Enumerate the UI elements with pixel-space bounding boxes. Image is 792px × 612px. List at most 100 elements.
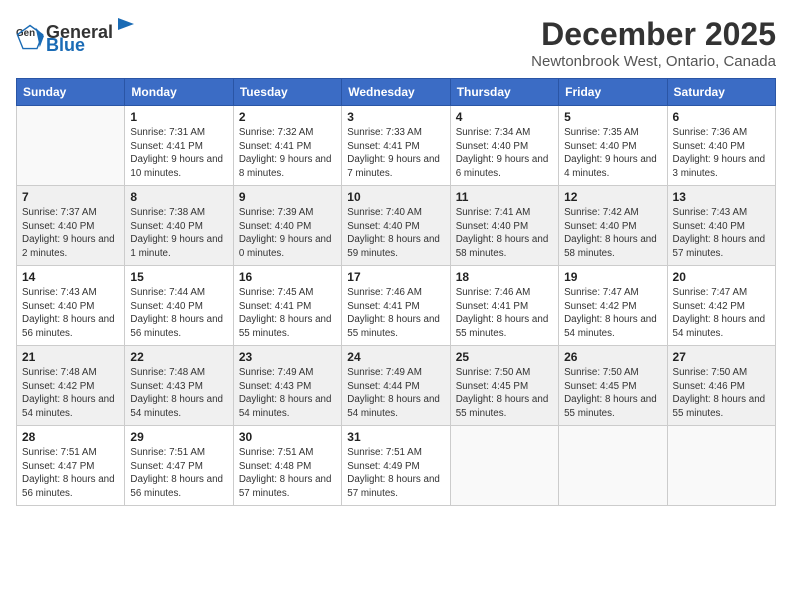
day-number: 15 [130,270,227,284]
calendar-cell: 2 Sunrise: 7:32 AMSunset: 4:41 PMDaylight… [233,106,341,186]
day-number: 25 [456,350,553,364]
day-info: Sunrise: 7:45 AMSunset: 4:41 PMDaylight:… [239,286,336,341]
calendar-cell: 22 Sunrise: 7:48 AMSunset: 4:43 PMDayligh… [125,346,233,426]
day-number: 20 [673,270,770,284]
day-info: Sunrise: 7:51 AMSunset: 4:47 PMDaylight:… [130,446,227,501]
calendar-cell: 15 Sunrise: 7:44 AMSunset: 4:40 PMDayligh… [125,266,233,346]
location-title: Newtonbrook West, Ontario, Canada [531,53,776,70]
day-info: Sunrise: 7:42 AMSunset: 4:40 PMDaylight:… [564,206,661,261]
calendar-week-row: 7Sunrise: 7:37 AMSunset: 4:40 PMDaylight… [17,186,776,266]
day-info: Sunrise: 7:32 AMSunset: 4:41 PMDaylight:… [239,126,336,181]
calendar-week-row: 1 Sunrise: 7:31 AMSunset: 4:41 PMDaylight… [17,106,776,186]
day-info: Sunrise: 7:31 AMSunset: 4:41 PMDaylight:… [130,126,227,181]
day-info: Sunrise: 7:41 AMSunset: 4:40 PMDaylight:… [456,206,553,261]
calendar-cell: 16 Sunrise: 7:45 AMSunset: 4:41 PMDayligh… [233,266,341,346]
calendar-week-row: 28Sunrise: 7:51 AMSunset: 4:47 PMDayligh… [17,426,776,506]
day-number: 5 [564,110,661,124]
calendar-cell [667,426,775,506]
calendar-body: 1 Sunrise: 7:31 AMSunset: 4:41 PMDaylight… [17,106,776,506]
calendar-cell: 8Sunrise: 7:38 AMSunset: 4:40 PMDaylight… [125,186,233,266]
day-info: Sunrise: 7:47 AMSunset: 4:42 PMDaylight:… [673,286,770,341]
calendar-cell: 19Sunrise: 7:47 AMSunset: 4:42 PMDayligh… [559,266,667,346]
day-info: Sunrise: 7:48 AMSunset: 4:43 PMDaylight:… [130,366,227,421]
day-info: Sunrise: 7:44 AMSunset: 4:40 PMDaylight:… [130,286,227,341]
calendar-cell: 30 Sunrise: 7:51 AMSunset: 4:48 PMDayligh… [233,426,341,506]
calendar-cell: 3Sunrise: 7:33 AMSunset: 4:41 PMDaylight… [342,106,450,186]
day-number: 6 [673,110,770,124]
day-info: Sunrise: 7:50 AMSunset: 4:45 PMDaylight:… [564,366,661,421]
day-number: 18 [456,270,553,284]
calendar-cell: 4Sunrise: 7:34 AMSunset: 4:40 PMDaylight… [450,106,558,186]
calendar-cell: 9Sunrise: 7:39 AMSunset: 4:40 PMDaylight… [233,186,341,266]
calendar-cell: 27 Sunrise: 7:50 AMSunset: 4:46 PMDayligh… [667,346,775,426]
day-number: 13 [673,190,770,204]
logo-icon: Gen [16,22,44,50]
weekday-header-friday: Friday [559,79,667,106]
day-number: 19 [564,270,661,284]
calendar-cell: 29Sunrise: 7:51 AMSunset: 4:47 PMDayligh… [125,426,233,506]
month-title: December 2025 [531,16,776,53]
day-info: Sunrise: 7:51 AMSunset: 4:49 PMDaylight:… [347,446,444,501]
day-info: Sunrise: 7:49 AMSunset: 4:43 PMDaylight:… [239,366,336,421]
day-info: Sunrise: 7:49 AMSunset: 4:44 PMDaylight:… [347,366,444,421]
calendar-cell: 26Sunrise: 7:50 AMSunset: 4:45 PMDayligh… [559,346,667,426]
day-number: 23 [239,350,336,364]
day-number: 2 [239,110,336,124]
calendar-cell: 12Sunrise: 7:42 AMSunset: 4:40 PMDayligh… [559,186,667,266]
day-number: 17 [347,270,444,284]
calendar-cell: 6 Sunrise: 7:36 AMSunset: 4:40 PMDaylight… [667,106,775,186]
calendar-cell: 10 Sunrise: 7:40 AMSunset: 4:40 PMDayligh… [342,186,450,266]
day-number: 8 [130,190,227,204]
calendar-cell: 28Sunrise: 7:51 AMSunset: 4:47 PMDayligh… [17,426,125,506]
weekday-header-saturday: Saturday [667,79,775,106]
day-info: Sunrise: 7:40 AMSunset: 4:40 PMDaylight:… [347,206,444,261]
day-number: 7 [22,190,119,204]
day-number: 30 [239,430,336,444]
calendar-cell: 11 Sunrise: 7:41 AMSunset: 4:40 PMDayligh… [450,186,558,266]
day-info: Sunrise: 7:50 AMSunset: 4:45 PMDaylight:… [456,366,553,421]
weekday-header-thursday: Thursday [450,79,558,106]
day-number: 16 [239,270,336,284]
day-info: Sunrise: 7:39 AMSunset: 4:40 PMDaylight:… [239,206,336,261]
day-number: 22 [130,350,227,364]
day-info: Sunrise: 7:51 AMSunset: 4:47 PMDaylight:… [22,446,119,501]
day-info: Sunrise: 7:51 AMSunset: 4:48 PMDaylight:… [239,446,336,501]
calendar-cell [559,426,667,506]
calendar-cell [450,426,558,506]
calendar-cell: 20 Sunrise: 7:47 AMSunset: 4:42 PMDayligh… [667,266,775,346]
day-number: 14 [22,270,119,284]
calendar-cell: 18 Sunrise: 7:46 AMSunset: 4:41 PMDayligh… [450,266,558,346]
day-number: 1 [130,110,227,124]
calendar-cell: 1 Sunrise: 7:31 AMSunset: 4:41 PMDaylight… [125,106,233,186]
day-number: 10 [347,190,444,204]
calendar-cell: 21Sunrise: 7:48 AMSunset: 4:42 PMDayligh… [17,346,125,426]
calendar-cell: 17 Sunrise: 7:46 AMSunset: 4:41 PMDayligh… [342,266,450,346]
calendar-cell [17,106,125,186]
weekday-header-wednesday: Wednesday [342,79,450,106]
day-number: 24 [347,350,444,364]
day-info: Sunrise: 7:43 AMSunset: 4:40 PMDaylight:… [22,286,119,341]
calendar-cell: 14 Sunrise: 7:43 AMSunset: 4:40 PMDayligh… [17,266,125,346]
weekday-header-row: SundayMondayTuesdayWednesdayThursdayFrid… [17,79,776,106]
calendar-cell: 23 Sunrise: 7:49 AMSunset: 4:43 PMDayligh… [233,346,341,426]
calendar-week-row: 21Sunrise: 7:48 AMSunset: 4:42 PMDayligh… [17,346,776,426]
header: Gen General Blue December 2025 Newtonbro… [16,16,776,70]
day-number: 27 [673,350,770,364]
day-number: 11 [456,190,553,204]
day-info: Sunrise: 7:46 AMSunset: 4:41 PMDaylight:… [456,286,553,341]
day-info: Sunrise: 7:46 AMSunset: 4:41 PMDaylight:… [347,286,444,341]
logo-flag-icon [114,16,136,38]
weekday-header-sunday: Sunday [17,79,125,106]
day-info: Sunrise: 7:43 AMSunset: 4:40 PMDaylight:… [673,206,770,261]
day-info: Sunrise: 7:35 AMSunset: 4:40 PMDaylight:… [564,126,661,181]
calendar-cell: 13 Sunrise: 7:43 AMSunset: 4:40 PMDayligh… [667,186,775,266]
weekday-header-monday: Monday [125,79,233,106]
weekday-header-tuesday: Tuesday [233,79,341,106]
day-info: Sunrise: 7:50 AMSunset: 4:46 PMDaylight:… [673,366,770,421]
calendar-week-row: 14 Sunrise: 7:43 AMSunset: 4:40 PMDayligh… [17,266,776,346]
calendar-cell: 24 Sunrise: 7:49 AMSunset: 4:44 PMDayligh… [342,346,450,426]
day-number: 31 [347,430,444,444]
calendar-cell: 5 Sunrise: 7:35 AMSunset: 4:40 PMDaylight… [559,106,667,186]
day-info: Sunrise: 7:33 AMSunset: 4:41 PMDaylight:… [347,126,444,181]
day-info: Sunrise: 7:36 AMSunset: 4:40 PMDaylight:… [673,126,770,181]
